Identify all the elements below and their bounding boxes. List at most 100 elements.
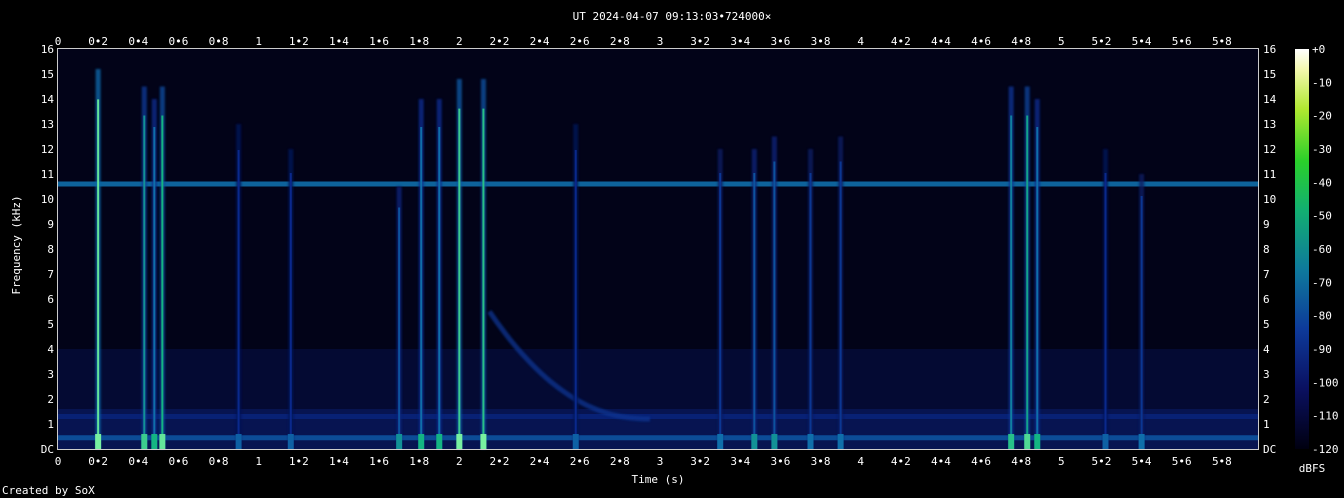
x-top-tick-label: 3•2: [690, 35, 710, 48]
transient-base: [456, 434, 463, 449]
colorbar-label: dBFS: [1299, 462, 1326, 475]
transient-base: [1138, 434, 1145, 449]
colorbar-tick-label: +0: [1312, 43, 1325, 56]
x-bottom-tick-label: 2•6: [570, 455, 590, 468]
transient-streak: [482, 108, 485, 449]
transient-streak: [719, 173, 722, 449]
x-top-tick-label: 4•2: [891, 35, 911, 48]
x-top-tick-label: 0•2: [88, 35, 108, 48]
x-top-tick-label: 1: [255, 35, 262, 48]
transient-streak: [773, 161, 776, 449]
y-right-tick-label: 3: [1263, 368, 1270, 381]
spectrogram-chart: UT 2024-04-07 09:13:03•724000× 0 0•2 0•4 0•…: [2, 10, 1339, 497]
y-right-tick-labels: DC12345678910111213141516: [1263, 43, 1277, 456]
x-bottom-tick-label: 4•6: [971, 455, 991, 468]
transient-base: [807, 434, 814, 449]
x-top-tick-labels: 0 0•2 0•4 0•6 0•8 1 1•2 1•4 1•6 1•8 2 2•2 2•4 2•6 2•8 3…: [55, 35, 1232, 48]
x-axis-label: Time (s): [632, 473, 685, 486]
transient-base: [751, 434, 758, 449]
y-left-tick-label: 9: [47, 218, 54, 231]
x-top-tick-label: 2•8: [610, 35, 630, 48]
y-right-tick-label: 5: [1263, 318, 1270, 331]
x-top-tick-label: 4•4: [931, 35, 951, 48]
x-top-tick-label: 0: [55, 35, 62, 48]
colorbar: [1295, 49, 1309, 449]
y-right-tick-label: 15: [1263, 68, 1276, 81]
x-bottom-tick-label: 1•4: [329, 455, 349, 468]
x-bottom-tick-label: 5•8: [1212, 455, 1232, 468]
y-left-tick-label: 14: [41, 93, 55, 106]
x-top-tick-label: 2•4: [530, 35, 550, 48]
y-right-tick-label: 9: [1263, 218, 1270, 231]
y-left-tick-label: 8: [47, 243, 54, 256]
x-bottom-tick-label: 3: [657, 455, 664, 468]
y-right-tick-label: DC: [1263, 443, 1276, 456]
transient-base: [159, 434, 166, 449]
colorbar-tick-label: -100: [1312, 376, 1339, 389]
y-right-tick-label: 6: [1263, 293, 1270, 306]
transient-base: [717, 434, 724, 449]
y-right-tick-label: 11: [1263, 168, 1276, 181]
transient-streak: [753, 173, 756, 449]
y-left-tick-label: DC: [41, 443, 54, 456]
y-left-tick-label: 13: [41, 118, 54, 131]
y-right-tick-label: 16: [1263, 43, 1276, 56]
x-bottom-tick-label: 0: [55, 455, 62, 468]
x-bottom-tick-label: 2•2: [490, 455, 510, 468]
transient-base: [287, 434, 294, 449]
y-left-tick-label: 4: [47, 343, 54, 356]
x-bottom-tick-label: 2•4: [530, 455, 550, 468]
x-top-tick-label: 0•8: [209, 35, 229, 48]
colorbar-tick-label: -20: [1312, 110, 1332, 123]
x-bottom-tick-label: 0•6: [168, 455, 188, 468]
colorbar-tick-label: -60: [1312, 243, 1332, 256]
x-bottom-tick-label: 3•6: [770, 455, 790, 468]
transient-streak: [153, 127, 156, 449]
x-bottom-tick-label: 5•6: [1172, 455, 1192, 468]
x-bottom-tick-label: 1: [255, 455, 262, 468]
x-top-tick-label: 2•2: [490, 35, 510, 48]
x-bottom-tick-label: 5•4: [1132, 455, 1152, 468]
transient-base: [396, 434, 403, 449]
transient-base: [418, 434, 425, 449]
x-bottom-tick-label: 0•4: [128, 455, 148, 468]
y-right-tick-label: 12: [1263, 143, 1276, 156]
colorbar-tick-label: -120: [1312, 443, 1339, 456]
y-left-tick-label: 5: [47, 318, 54, 331]
x-bottom-tick-label: 4: [857, 455, 864, 468]
x-top-tick-label: 3: [657, 35, 664, 48]
x-top-tick-label: 1•2: [289, 35, 309, 48]
x-top-tick-label: 4•8: [1011, 35, 1031, 48]
transient-base: [95, 434, 102, 449]
colorbar-tick-label: -90: [1312, 343, 1332, 356]
chart-title: UT 2024-04-07 09:13:03•724000×: [573, 10, 772, 23]
x-top-tick-label: 3•4: [730, 35, 750, 48]
colorbar-tick-label: -70: [1312, 276, 1332, 289]
transient-base: [837, 434, 844, 449]
x-bottom-tick-label: 2: [456, 455, 463, 468]
x-bottom-tick-label: 4•4: [931, 455, 951, 468]
transient-base: [1008, 434, 1015, 449]
x-top-tick-label: 4•6: [971, 35, 991, 48]
transient-base: [235, 434, 242, 449]
transient-streak: [1026, 115, 1029, 449]
transient-streak: [438, 127, 441, 449]
y-left-tick-label: 6: [47, 293, 54, 306]
transient-streak: [97, 99, 100, 450]
transient-base: [1034, 434, 1041, 449]
x-top-tick-label: 5: [1058, 35, 1065, 48]
y-left-tick-labels: DC12345678910111213141516: [41, 43, 55, 456]
x-top-tick-label: 4: [857, 35, 864, 48]
y-left-tick-label: 15: [41, 68, 54, 81]
transient-streak: [289, 173, 292, 449]
transient-streak: [237, 150, 240, 449]
transient-streak: [809, 173, 812, 449]
transient-base: [480, 434, 487, 449]
x-top-tick-label: 1•8: [409, 35, 429, 48]
x-bottom-tick-label: 3•8: [811, 455, 831, 468]
x-top-tick-label: 3•6: [770, 35, 790, 48]
transient-streak: [1036, 127, 1039, 449]
y-right-tick-label: 4: [1263, 343, 1270, 356]
x-top-tick-label: 2: [456, 35, 463, 48]
colorbar-tick-label: -80: [1312, 310, 1332, 323]
